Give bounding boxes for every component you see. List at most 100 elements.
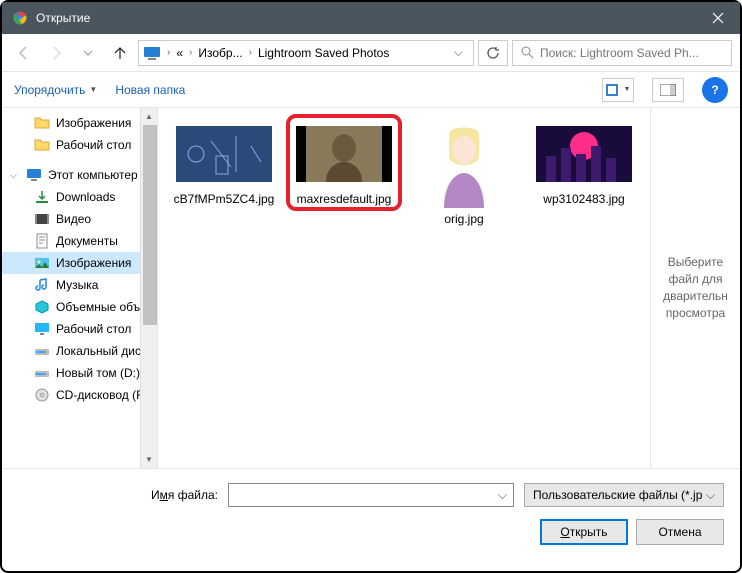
images-icon xyxy=(34,255,50,271)
close-button[interactable] xyxy=(695,2,740,34)
sidebar-item-label: Downloads xyxy=(56,190,115,204)
title-bar: Открытие xyxy=(2,2,740,34)
chevron-right-icon: › xyxy=(245,47,256,58)
sidebar-item[interactable]: Downloads xyxy=(2,186,157,208)
sidebar-item-label: Рабочий стол xyxy=(56,322,131,336)
cancel-label: Отмена xyxy=(658,525,701,539)
search-box[interactable] xyxy=(512,40,732,66)
file-item[interactable]: cB7fMPm5ZC4.jpg xyxy=(170,120,278,207)
sidebar-item-images[interactable]: Изображения xyxy=(2,252,157,274)
video-icon xyxy=(34,211,50,227)
disk-icon xyxy=(34,343,50,359)
file-thumbnail xyxy=(296,120,392,188)
view-icon xyxy=(606,84,622,96)
search-input[interactable] xyxy=(540,46,723,60)
sidebar-item[interactable]: Видео xyxy=(2,208,157,230)
breadcrumb-segment[interactable]: Изобр... xyxy=(196,46,244,60)
scroll-down-icon[interactable]: ▼ xyxy=(141,451,157,468)
scroll-thumb[interactable] xyxy=(143,125,158,325)
downloads-icon xyxy=(34,189,50,205)
sidebar-item[interactable]: Рабочий стол xyxy=(2,318,157,340)
filename-input[interactable]: ⌵ xyxy=(228,483,514,507)
nav-up-button[interactable] xyxy=(106,39,134,67)
3d-icon xyxy=(34,299,50,315)
sidebar-scrollbar[interactable]: ▲ ▼ xyxy=(140,108,157,468)
sidebar-item-label: Изображения xyxy=(56,256,131,270)
dropdown-icon: ▼ xyxy=(89,85,97,94)
file-name: cB7fMPm5ZC4.jpg xyxy=(174,192,275,207)
window-title: Открытие xyxy=(36,11,695,25)
breadcrumb-dropdown[interactable]: ⌵ xyxy=(448,45,469,60)
preview-pane: Выберите файл для дварительн просмотра xyxy=(650,108,740,468)
sidebar-item[interactable]: Документы xyxy=(2,230,157,252)
sidebar-item-label: Объемные объ xyxy=(56,300,140,314)
file-item[interactable]: orig.jpg xyxy=(410,120,518,227)
dropdown-icon: ▼ xyxy=(624,86,631,93)
organize-label: Упорядочить xyxy=(14,83,85,97)
search-icon xyxy=(521,46,534,59)
file-thumbnail xyxy=(416,120,512,208)
scroll-up-icon[interactable]: ▲ xyxy=(141,108,157,125)
sidebar-item-label: Локальный дис xyxy=(56,344,141,358)
file-name: maxresdefault.jpg xyxy=(297,192,392,207)
preview-pane-button[interactable] xyxy=(652,78,684,102)
open-label: Открыть xyxy=(560,525,607,539)
sidebar-item[interactable]: Объемные объ xyxy=(2,296,157,318)
pc-icon xyxy=(26,167,42,183)
toolbar: Упорядочить ▼ Новая папка ▼ ? xyxy=(2,72,740,108)
cancel-button[interactable]: Отмена xyxy=(636,519,724,545)
folder-icon xyxy=(34,137,50,153)
sidebar-item-label: Видео xyxy=(56,212,91,226)
open-button[interactable]: Открыть xyxy=(540,519,628,545)
documents-icon xyxy=(34,233,50,249)
breadcrumb-prefix[interactable]: « xyxy=(174,46,185,60)
sidebar-item[interactable]: Локальный дис xyxy=(2,340,157,362)
view-button[interactable]: ▼ xyxy=(602,78,634,102)
folder-icon xyxy=(34,115,50,131)
refresh-icon xyxy=(486,46,500,60)
music-icon xyxy=(34,277,50,293)
new-folder-label: Новая папка xyxy=(115,83,185,97)
breadcrumb[interactable]: › « › Изобр... › Lightroom Saved Photos … xyxy=(138,40,474,66)
sidebar-item-label: Новый том (D:) xyxy=(56,366,140,380)
breadcrumb-segment[interactable]: Lightroom Saved Photos xyxy=(256,46,391,60)
pc-icon xyxy=(143,45,161,61)
sidebar-item[interactable]: Новый том (D:) xyxy=(2,362,157,384)
nav-back-button[interactable] xyxy=(10,39,38,67)
refresh-button[interactable] xyxy=(478,40,508,66)
help-button[interactable]: ? xyxy=(702,77,728,103)
nav-forward-button[interactable] xyxy=(42,39,70,67)
sidebar: Изображения Рабочий стол ⌵Этот компьютер… xyxy=(2,108,158,468)
file-name: orig.jpg xyxy=(444,212,483,227)
chevron-right-icon: › xyxy=(163,47,174,58)
preview-pane-icon xyxy=(660,84,676,96)
arrow-right-icon xyxy=(48,45,64,61)
sidebar-item-label: CD-дисковод (F xyxy=(56,388,143,402)
file-item[interactable]: wp3102483.jpg xyxy=(530,120,638,207)
chrome-icon xyxy=(12,10,28,26)
chevron-right-icon: › xyxy=(185,47,196,58)
filetype-select[interactable]: Пользовательские файлы (*.jp ⌵ xyxy=(524,483,724,507)
file-list[interactable]: cB7fMPm5ZC4.jpg maxresdefault.jpg orig.j… xyxy=(158,108,650,468)
help-icon: ? xyxy=(711,83,718,97)
expand-icon[interactable]: ⌵ xyxy=(10,170,17,181)
sidebar-item[interactable]: Музыка xyxy=(2,274,157,296)
preview-placeholder: Выберите файл для дварительн просмотра xyxy=(659,254,732,321)
new-folder-button[interactable]: Новая папка xyxy=(115,83,185,97)
file-thumbnail xyxy=(536,120,632,188)
sidebar-item-label: Рабочий стол xyxy=(56,138,131,152)
organize-button[interactable]: Упорядочить ▼ xyxy=(14,83,97,97)
filename-label: Имя файла: xyxy=(18,488,218,502)
sidebar-item[interactable]: Рабочий стол xyxy=(2,134,157,156)
dropdown-icon: ⌵ xyxy=(706,488,715,503)
nav-recent-button[interactable] xyxy=(74,39,102,67)
file-name: wp3102483.jpg xyxy=(543,192,624,207)
arrow-up-icon xyxy=(112,45,128,61)
disk-icon xyxy=(34,365,50,381)
sidebar-item[interactable]: CD-дисковод (F xyxy=(2,384,157,406)
sidebar-item[interactable]: Изображения xyxy=(2,112,157,134)
sidebar-item-this-pc[interactable]: ⌵Этот компьютер xyxy=(2,164,157,186)
dropdown-icon[interactable]: ⌵ xyxy=(498,488,507,503)
file-item-highlighted[interactable]: maxresdefault.jpg xyxy=(290,120,398,207)
desktop-icon xyxy=(34,321,50,337)
